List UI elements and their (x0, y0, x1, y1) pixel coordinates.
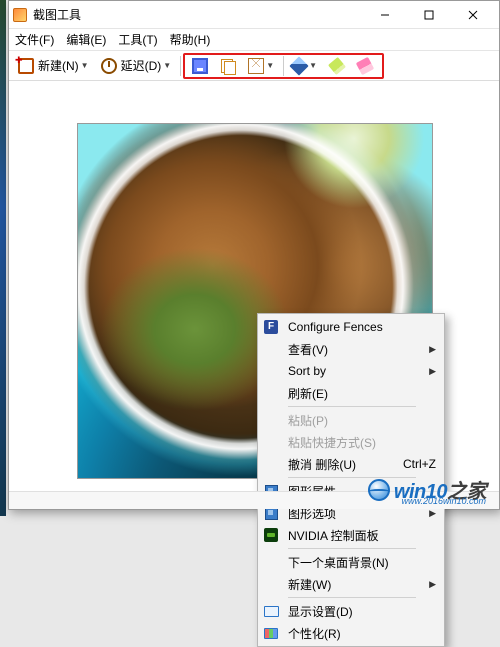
separator (288, 548, 416, 549)
clock-icon (101, 58, 117, 74)
watermark: win10之家 www.2016win10.com (368, 475, 486, 504)
app-icon (13, 8, 27, 22)
separator (283, 56, 284, 76)
delay-button[interactable]: 延迟(D) ▼ (96, 54, 177, 78)
save-button[interactable] (187, 54, 213, 78)
eraser-button[interactable] (352, 54, 378, 78)
ctx-undo-delete[interactable]: 撤消 删除(U) Ctrl+Z (260, 453, 442, 475)
delay-label: 延迟(D) (121, 57, 162, 74)
send-button[interactable]: ▼ (243, 54, 279, 78)
new-label: 新建(N) (38, 57, 79, 74)
mail-icon (248, 58, 264, 74)
chevron-right-icon: ▶ (429, 344, 436, 355)
ctx-paste-shortcut: 粘贴快捷方式(S) (260, 431, 442, 453)
separator (288, 406, 416, 407)
maximize-button[interactable] (407, 2, 451, 28)
new-snip-button[interactable]: 新建(N) ▼ (13, 54, 94, 78)
toolbar: 新建(N) ▼ 延迟(D) ▼ ▼ ▼ (9, 51, 499, 81)
copy-button[interactable] (215, 54, 241, 78)
chevron-down-icon: ▼ (309, 61, 317, 70)
titlebar: 截图工具 (9, 1, 499, 29)
menu-edit[interactable]: 编辑(E) (66, 31, 106, 48)
ctx-sort-by[interactable]: Sort by ▶ (260, 360, 442, 382)
ctx-refresh[interactable]: 刷新(E) (260, 382, 442, 404)
highlighter-icon (328, 56, 346, 74)
scissors-icon (18, 58, 34, 74)
watermark-url: www.2016win10.com (401, 496, 486, 506)
canvas-area: F Configure Fences 查看(V) ▶ Sort by ▶ 刷新(… (9, 83, 499, 489)
close-button[interactable] (451, 2, 495, 28)
menu-file[interactable]: 文件(F) (15, 31, 54, 48)
highlighted-tool-group: ▼ ▼ (183, 53, 384, 79)
ctx-paste: 粘贴(P) (260, 409, 442, 431)
ctx-personalize[interactable]: 个性化(R) (260, 622, 442, 644)
snipping-tool-window: 截图工具 文件(F) 编辑(E) 工具(T) 帮助(H) 新建(N) ▼ 延迟(… (8, 0, 500, 510)
menu-tools[interactable]: 工具(T) (118, 31, 157, 48)
ctx-configure-fences[interactable]: F Configure Fences (260, 316, 442, 338)
fences-icon: F (262, 319, 280, 335)
ctx-next-wallpaper[interactable]: 下一个桌面背景(N) (260, 551, 442, 573)
ctx-view[interactable]: 查看(V) ▶ (260, 338, 442, 360)
chevron-right-icon: ▶ (429, 366, 436, 377)
chevron-down-icon: ▼ (81, 61, 89, 70)
globe-icon (368, 479, 390, 501)
eraser-icon (356, 56, 374, 74)
personalize-icon (262, 625, 280, 641)
chevron-right-icon: ▶ (429, 508, 436, 519)
highlighter-button[interactable] (324, 54, 350, 78)
separator (288, 597, 416, 598)
ctx-new[interactable]: 新建(W) ▶ (260, 573, 442, 595)
window-title: 截图工具 (33, 6, 81, 23)
shortcut: Ctrl+Z (403, 457, 436, 471)
nvidia-icon (262, 527, 280, 543)
display-icon (262, 603, 280, 619)
menubar: 文件(F) 编辑(E) 工具(T) 帮助(H) (9, 29, 499, 51)
pen-icon (289, 56, 308, 75)
chevron-right-icon: ▶ (429, 579, 436, 590)
copy-icon (220, 58, 236, 74)
ctx-nvidia-panel[interactable]: NVIDIA 控制面板 (260, 524, 442, 546)
ctx-display-settings[interactable]: 显示设置(D) (260, 600, 442, 622)
chevron-down-icon: ▼ (163, 61, 171, 70)
separator (180, 56, 181, 76)
save-icon (192, 58, 208, 74)
menu-help[interactable]: 帮助(H) (170, 31, 211, 48)
minimize-button[interactable] (363, 2, 407, 28)
chevron-down-icon: ▼ (266, 61, 274, 70)
pen-button[interactable]: ▼ (286, 54, 322, 78)
